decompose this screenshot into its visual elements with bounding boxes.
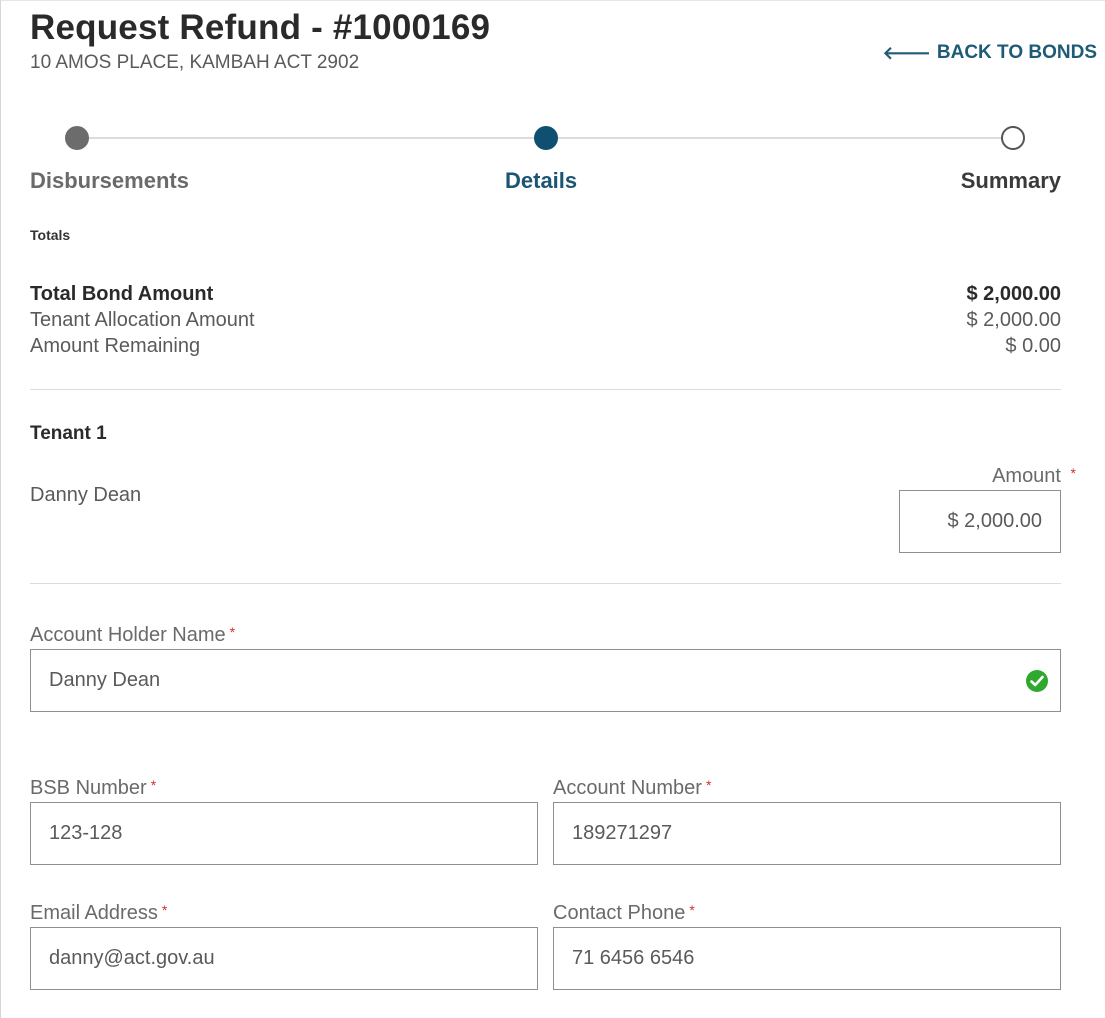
total-bond-label: Total Bond Amount xyxy=(30,283,214,305)
required-marker: * xyxy=(229,624,236,640)
phone-label-text: Contact Phone xyxy=(553,902,686,924)
required-marker: * xyxy=(705,777,712,793)
tenant-allocation-label: Tenant Allocation Amount xyxy=(30,309,255,331)
phone-input[interactable]: 71 6456 6546 xyxy=(553,927,1061,990)
email-input[interactable]: danny@act.gov.au xyxy=(30,927,538,990)
step-summary-dot xyxy=(1001,126,1025,150)
phone-label: Contact Phone * xyxy=(553,902,695,925)
step-disbursements-dot xyxy=(65,126,89,150)
amount-label-text: Amount xyxy=(992,465,1061,487)
step-disbursements-label[interactable]: Disbursements xyxy=(30,168,189,194)
totals-heading: Totals xyxy=(30,227,71,243)
account-holder-label-text: Account Holder Name xyxy=(30,624,226,646)
account-holder-label: Account Holder Name * xyxy=(30,624,235,647)
arrow-left-icon: 🡐 xyxy=(882,42,931,63)
bsb-label: BSB Number * xyxy=(30,777,156,800)
tenant-allocation-value: $ 2,000.00 xyxy=(966,309,1061,331)
account-holder-input[interactable]: Danny Dean xyxy=(30,649,1061,712)
bsb-input[interactable]: 123-128 xyxy=(30,802,538,865)
section-divider xyxy=(30,583,1061,584)
tenant-name: Danny Dean xyxy=(30,484,142,506)
step-summary-label[interactable]: Summary xyxy=(961,168,1061,194)
required-marker: * xyxy=(1070,465,1076,481)
amount-remaining-row: Amount Remaining $ 0.00 xyxy=(30,335,1061,358)
account-holder-value: Danny Dean xyxy=(49,669,161,691)
tenant-heading: Tenant 1 xyxy=(30,423,107,444)
amount-label: Amount * xyxy=(992,465,1076,488)
back-to-bonds-link[interactable]: 🡐 BACK TO BONDS xyxy=(883,42,1097,64)
total-bond-row: Total Bond Amount $ 2,000.00 xyxy=(30,283,1061,306)
check-circle-icon xyxy=(1026,670,1048,692)
account-number-label-text: Account Number xyxy=(553,777,702,799)
step-details-label[interactable]: Details xyxy=(505,168,577,194)
email-label-text: Email Address xyxy=(30,902,158,924)
amount-input[interactable]: $ 2,000.00 xyxy=(899,490,1061,553)
section-divider xyxy=(30,389,1061,390)
property-address: 10 AMOS PLACE, KAMBAH ACT 2902 xyxy=(30,52,360,73)
bsb-label-text: BSB Number xyxy=(30,777,147,799)
back-to-bonds-label: BACK TO BONDS xyxy=(936,42,1097,63)
required-marker: * xyxy=(689,902,695,918)
amount-remaining-value: $ 0.00 xyxy=(1005,335,1061,357)
amount-remaining-label: Amount Remaining xyxy=(30,335,201,357)
step-details-dot xyxy=(534,126,558,150)
account-number-input[interactable]: 189271297 xyxy=(553,802,1061,865)
email-label: Email Address * xyxy=(30,902,167,925)
required-marker: * xyxy=(161,902,168,918)
account-number-label: Account Number * xyxy=(553,777,711,800)
required-marker: * xyxy=(150,777,157,793)
tenant-allocation-row: Tenant Allocation Amount $ 2,000.00 xyxy=(30,309,1061,332)
total-bond-value: $ 2,000.00 xyxy=(966,283,1061,305)
page-title: Request Refund - #1000169 xyxy=(30,8,491,47)
